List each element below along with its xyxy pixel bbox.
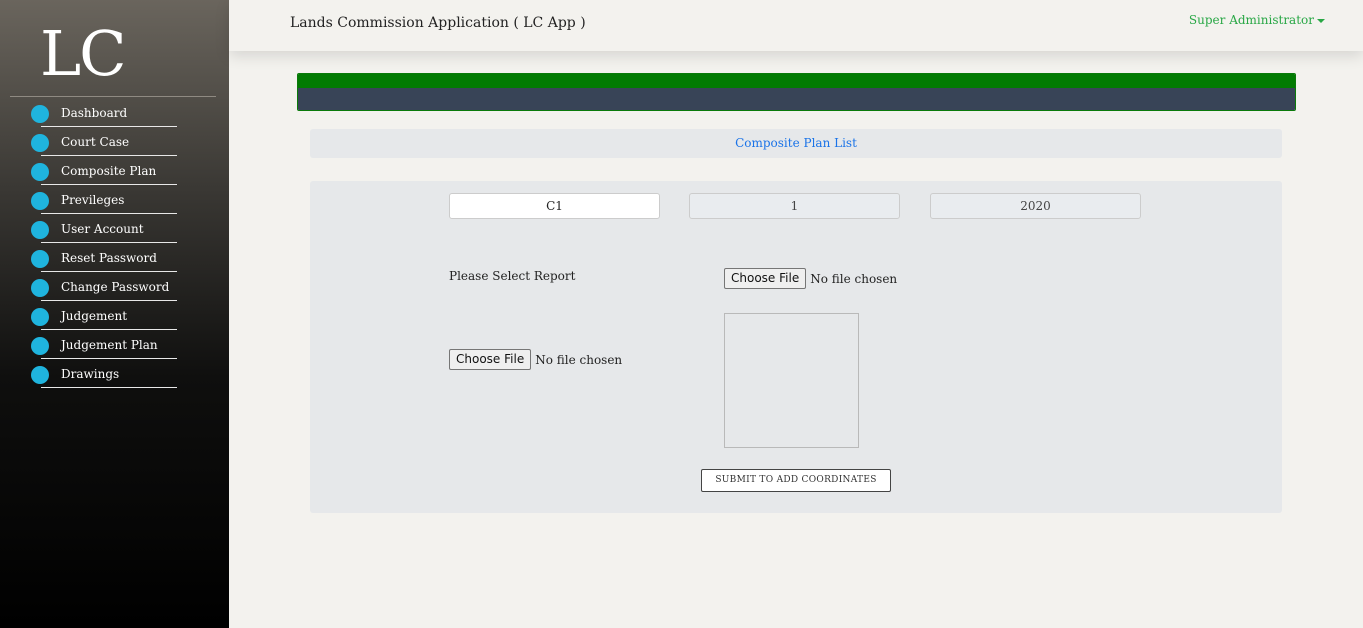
report-file-input: Choose File No file chosen [724,268,897,289]
bullet-icon [31,250,49,268]
file-status: No file chosen [810,271,898,286]
bullet-icon [31,192,49,210]
breadcrumb: Composite Plan List [310,129,1282,158]
sidebar-nav: Dashboard Court Case Composite Plan Prev… [0,99,229,389]
sidebar-item-court-case[interactable]: Court Case [0,128,229,157]
caret-down-icon [1317,18,1325,23]
sidebar-item-label: Change Password [61,280,170,294]
page-banner [297,73,1296,111]
divider [41,271,177,272]
divider [41,358,177,359]
plan-number-field: 1 [689,193,900,219]
app-logo: LC [40,17,127,90]
divider [41,329,177,330]
choose-file-button[interactable]: Choose File [724,268,807,289]
submit-coordinates-button[interactable]: SUBMIT TO ADD COORDINATES [701,469,891,492]
sidebar-item-reset-password[interactable]: Reset Password [0,244,229,273]
bullet-icon [31,337,49,355]
divider [41,155,177,156]
sidebar-item-previleges[interactable]: Previleges [0,186,229,215]
sidebar-item-judgement[interactable]: Judgement [0,302,229,331]
bullet-icon [31,221,49,239]
sidebar-item-dashboard[interactable]: Dashboard [0,99,229,128]
sidebar-item-label: Judgement [61,309,128,323]
file-status: No file chosen [535,352,623,367]
file-preview-box [724,313,859,448]
bullet-icon [31,308,49,326]
divider [41,300,177,301]
sidebar-item-label: Judgement Plan [61,338,158,352]
sidebar-item-label: Drawings [61,367,120,381]
sidebar-item-change-password[interactable]: Change Password [0,273,229,302]
sidebar-item-drawings[interactable]: Drawings [0,360,229,389]
plan-year-field: 2020 [930,193,1141,219]
bullet-icon [31,163,49,181]
divider [41,387,177,388]
app-title: Lands Commission Application ( LC App ) [290,15,586,31]
divider [41,242,177,243]
sidebar-item-judgement-plan[interactable]: Judgement Plan [0,331,229,360]
logo-divider [10,96,216,97]
sidebar-item-label: Court Case [61,135,130,149]
report-label: Please Select Report [449,269,576,283]
bullet-icon [31,105,49,123]
user-menu-dropdown[interactable]: Super Administrator [1189,13,1325,27]
user-name: Super Administrator [1188,13,1314,27]
sidebar-item-composite-plan[interactable]: Composite Plan [0,157,229,186]
banner-accent [298,74,1295,88]
sidebar-item-label: Dashboard [61,106,128,120]
plan-file-input: Choose File No file chosen [449,349,622,370]
sidebar-item-label: User Account [61,222,144,236]
banner-body [298,88,1295,110]
sidebar-item-label: Previleges [61,193,125,207]
divider [41,126,177,127]
bullet-icon [31,279,49,297]
choose-file-button[interactable]: Choose File [449,349,532,370]
plan-code-field[interactable]: C1 [449,193,660,219]
sidebar-item-label: Reset Password [61,251,157,265]
bullet-icon [31,134,49,152]
top-header: Lands Commission Application ( LC App ) … [229,0,1363,51]
divider [41,184,177,185]
sidebar: LC Dashboard Court Case Composite Plan P… [0,0,229,628]
sidebar-item-label: Composite Plan [61,164,157,178]
sidebar-item-user-account[interactable]: User Account [0,215,229,244]
divider [41,213,177,214]
form-panel: C1 1 2020 Please Select Report Choose Fi… [310,181,1282,513]
bullet-icon [31,366,49,384]
composite-plan-list-link[interactable]: Composite Plan List [735,136,857,150]
